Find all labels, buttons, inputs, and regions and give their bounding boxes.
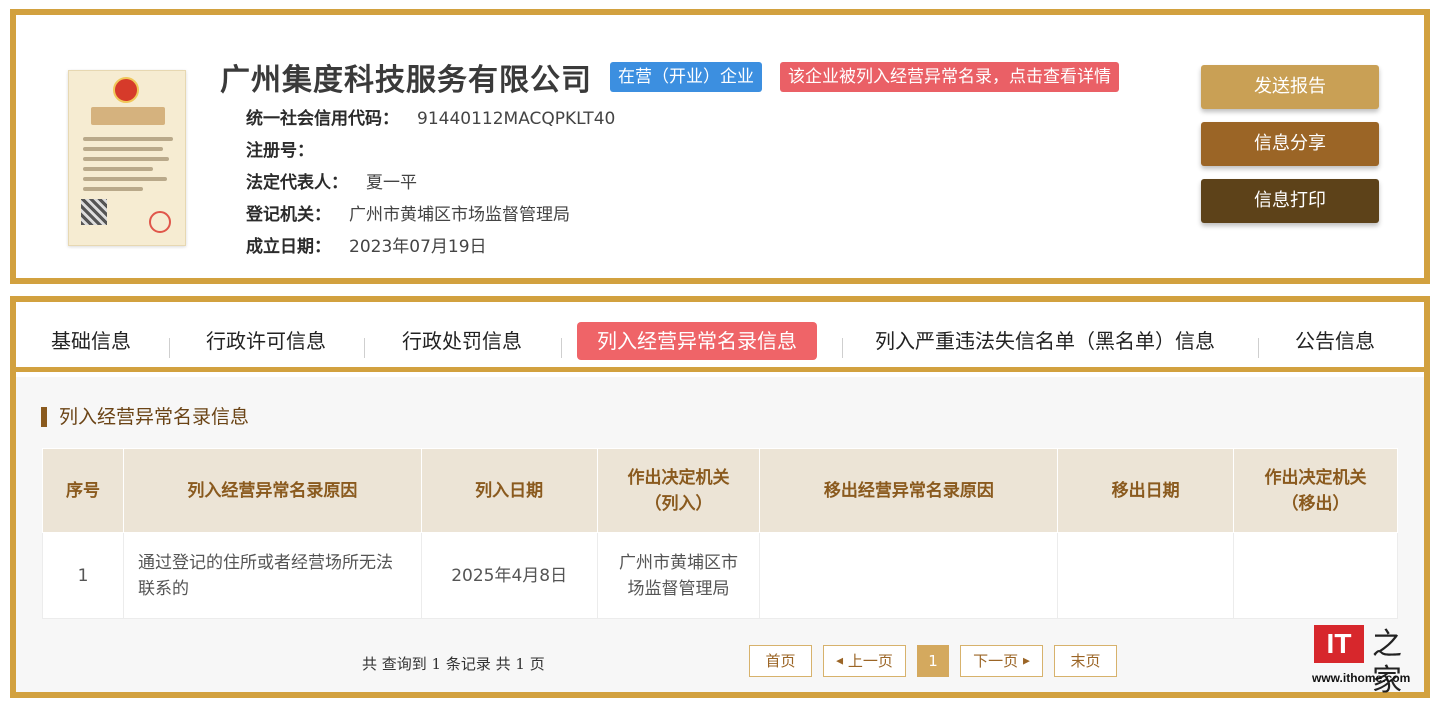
table-cell xyxy=(1233,532,1398,619)
first-page-button[interactable]: 首页 xyxy=(749,645,812,677)
registration-authority-value: 广州市黄埔区市场监督管理局 xyxy=(349,205,570,225)
tab-divider xyxy=(169,338,170,358)
print-info-button[interactable]: 信息打印 xyxy=(1201,179,1379,223)
registration-number-label: 注册号： xyxy=(246,141,314,161)
next-page-label: 下一页 xyxy=(973,652,1019,670)
column-header: 作出决定机关 （列入） xyxy=(596,448,761,533)
license-line xyxy=(83,177,167,181)
tab-bar: 基础信息 行政许可信息 行政处罚信息 列入经营异常名录信息 列入严重违法失信名单… xyxy=(16,302,1424,372)
credit-code-label: 统一社会信用代码： xyxy=(246,109,399,129)
table-cell: 1 xyxy=(42,532,124,619)
abnormal-list-table: 序号 列入经营异常名录原因 列入日期 作出决定机关 （列入） 移出经营异常名录原… xyxy=(42,448,1398,619)
registration-number-row: 注册号： xyxy=(246,136,332,161)
company-name: 广州集度科技服务有限公司 xyxy=(220,63,592,98)
column-header: 列入经营异常名录原因 xyxy=(122,448,422,533)
tab-abnormal-list[interactable]: 列入经营异常名录信息 xyxy=(577,322,817,360)
pager-summary: 共 查询到 1 条记录 共 1 页 xyxy=(362,655,545,673)
qr-code-icon xyxy=(81,199,107,225)
tab-blacklist[interactable]: 列入严重违法失信名单（黑名单）信息 xyxy=(875,322,1215,360)
column-header: 移出日期 xyxy=(1057,448,1235,533)
detail-panel: 基础信息 行政许可信息 行政处罚信息 列入经营异常名录信息 列入严重违法失信名单… xyxy=(10,296,1430,698)
license-line xyxy=(83,147,163,151)
current-page-button[interactable]: 1 xyxy=(917,645,949,677)
credit-code-row: 统一社会信用代码： 91440112MACQPKLT40 xyxy=(246,104,615,129)
license-line xyxy=(83,167,153,171)
column-header: 作出决定机关 （移出） xyxy=(1233,448,1398,533)
table-cell xyxy=(759,532,1059,619)
tab-divider xyxy=(364,338,365,358)
tab-admin-penalty[interactable]: 行政处罚信息 xyxy=(402,322,522,360)
registration-authority-row: 登记机关： 广州市黄埔区市场监督管理局 xyxy=(246,200,570,225)
prev-page-label: 上一页 xyxy=(847,652,893,670)
ithome-watermark: IT 之家 www.ithome.com xyxy=(1306,625,1426,698)
last-page-button[interactable]: 末页 xyxy=(1054,645,1117,677)
license-title-graphic xyxy=(91,107,165,125)
tab-announcements[interactable]: 公告信息 xyxy=(1295,322,1375,360)
ithome-logo-icon: IT xyxy=(1314,625,1364,663)
table-row: 1 通过登记的住所或者经营场所无法联系的 2025年4月8日 广州市黄埔区市场监… xyxy=(42,532,1398,619)
tab-divider xyxy=(561,338,562,358)
column-header: 序号 xyxy=(42,448,124,533)
ithome-url: www.ithome.com xyxy=(1312,671,1411,685)
table-cell: 广州市黄埔区市场监督管理局 xyxy=(596,532,761,619)
legal-representative-value: 夏一平 xyxy=(366,173,417,193)
tab-content: 列入经营异常名录信息 序号 列入经营异常名录原因 列入日期 作出决定机关 （列入… xyxy=(16,377,1424,692)
table-header-row: 序号 列入经营异常名录原因 列入日期 作出决定机关 （列入） 移出经营异常名录原… xyxy=(42,448,1398,533)
registration-authority-label: 登记机关： xyxy=(246,205,331,225)
prev-page-button[interactable]: ◀ 上一页 xyxy=(823,645,906,677)
legal-representative-row: 法定代表人： 夏一平 xyxy=(246,168,417,193)
table-cell: 2025年4月8日 xyxy=(420,532,598,619)
license-line xyxy=(83,187,143,191)
establish-date-label: 成立日期： xyxy=(246,237,331,257)
tab-basic-info[interactable]: 基础信息 xyxy=(51,322,131,360)
license-line xyxy=(83,157,169,161)
business-license-image xyxy=(68,70,186,246)
column-header: 列入日期 xyxy=(420,448,598,533)
ithome-logo-text: 之家 xyxy=(1372,627,1402,698)
section-title: 列入经营异常名录信息 xyxy=(41,407,249,427)
table-cell: 通过登记的住所或者经营场所无法联系的 xyxy=(122,532,422,619)
table-cell xyxy=(1057,532,1235,619)
share-info-button[interactable]: 信息分享 xyxy=(1201,122,1379,166)
tab-admin-license[interactable]: 行政许可信息 xyxy=(206,322,326,360)
next-page-button[interactable]: 下一页 ▶ xyxy=(960,645,1043,677)
abnormal-alert-badge[interactable]: 该企业被列入经营异常名录，点击查看详情 xyxy=(780,62,1119,92)
establish-date-value: 2023年07月19日 xyxy=(349,237,487,257)
company-card: 广州集度科技服务有限公司 在营（开业）企业 该企业被列入经营异常名录，点击查看详… xyxy=(10,9,1430,284)
caret-right-icon: ▶ xyxy=(1022,656,1030,667)
column-header: 移出经营异常名录原因 xyxy=(759,448,1059,533)
license-line xyxy=(83,137,173,141)
tab-divider xyxy=(842,338,843,358)
legal-representative-label: 法定代表人： xyxy=(246,173,348,193)
caret-left-icon: ◀ xyxy=(836,656,844,667)
national-emblem-icon xyxy=(113,77,139,103)
establish-date-row: 成立日期： 2023年07月19日 xyxy=(246,232,487,257)
credit-code-value: 91440112MACQPKLT40 xyxy=(417,109,616,129)
seal-icon xyxy=(149,211,171,233)
send-report-button[interactable]: 发送报告 xyxy=(1201,65,1379,109)
tab-divider xyxy=(1258,338,1259,358)
status-badge: 在营（开业）企业 xyxy=(610,62,762,92)
